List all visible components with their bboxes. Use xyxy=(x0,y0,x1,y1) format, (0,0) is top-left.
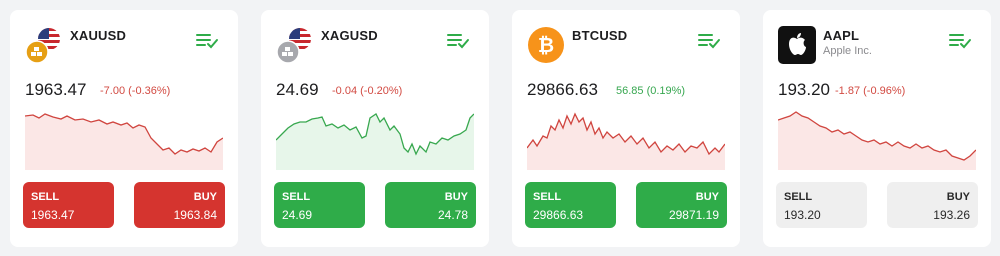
svg-text:₿: ₿ xyxy=(538,33,554,57)
buy-label: BUY xyxy=(695,191,719,203)
buy-label: BUY xyxy=(193,191,217,203)
bitcoin-icon: ₿ xyxy=(528,27,564,63)
sell-label: SELL xyxy=(784,191,813,203)
buy-price: 29871.19 xyxy=(668,208,719,222)
last-price: 29866.63 xyxy=(527,80,598,99)
sell-label: SELL xyxy=(31,191,60,203)
buy-button[interactable]: BUY 24.78 xyxy=(385,182,476,228)
sparkline-chart xyxy=(25,113,223,170)
price-change: -0.04 (-0.20%) xyxy=(332,85,403,97)
sell-price: 193.20 xyxy=(784,208,821,222)
watchlist-check-icon[interactable] xyxy=(196,32,220,50)
price-change: -7.00 (-0.36%) xyxy=(100,85,171,97)
sell-button[interactable]: SELL 193.20 xyxy=(776,182,867,228)
sell-button[interactable]: SELL 29866.63 xyxy=(525,182,616,228)
price-change: -1.87 (-0.96%) xyxy=(835,85,906,97)
buy-price: 24.78 xyxy=(437,208,468,222)
watchlist-check-icon[interactable] xyxy=(698,32,722,50)
buy-label: BUY xyxy=(444,191,468,203)
silver-bars-us-flag-icon xyxy=(276,28,311,64)
instrument-card-btcusd[interactable]: ₿ BTCUSD 29866.63 56.85 (0.19%) SELL 298… xyxy=(512,10,740,247)
instrument-card-xauusd[interactable]: XAUUSD 1963.47 -7.00 (-0.36%) SELL 1963.… xyxy=(10,10,238,247)
sparkline-chart xyxy=(276,113,474,170)
last-price: 24.69 xyxy=(276,80,319,99)
buy-label: BUY xyxy=(946,191,970,203)
last-price: 193.20 xyxy=(778,80,830,99)
sell-price: 1963.47 xyxy=(31,208,75,222)
watchlist-check-icon[interactable] xyxy=(447,32,471,50)
sell-label: SELL xyxy=(533,191,562,203)
instrument-card-aapl[interactable]: AAPL Apple Inc. 193.20 -1.87 (-0.96%) SE… xyxy=(763,10,991,247)
sell-label: SELL xyxy=(282,191,311,203)
buy-button[interactable]: BUY 1963.84 xyxy=(134,182,225,228)
instrument-symbol: XAUUSD xyxy=(70,28,127,43)
gold-bars-us-flag-icon xyxy=(25,28,60,64)
buy-button[interactable]: BUY 29871.19 xyxy=(636,182,727,228)
sell-button[interactable]: SELL 1963.47 xyxy=(23,182,114,228)
sparkline-chart xyxy=(778,111,976,170)
sparkline-chart xyxy=(527,112,725,170)
instrument-symbol: BTCUSD xyxy=(572,28,628,43)
instrument-card-xagusd[interactable]: XAGUSD 24.69 -0.04 (-0.20%) SELL 24.69 B… xyxy=(261,10,489,247)
last-price: 1963.47 xyxy=(25,80,87,99)
sell-price: 29866.63 xyxy=(533,208,584,222)
watchlist-check-icon[interactable] xyxy=(949,32,973,50)
instrument-symbol: AAPL xyxy=(823,28,860,43)
instrument-symbol: XAGUSD xyxy=(321,28,378,43)
sell-price: 24.69 xyxy=(282,208,313,222)
buy-button[interactable]: BUY 193.26 xyxy=(887,182,978,228)
sell-button[interactable]: SELL 24.69 xyxy=(274,182,365,228)
price-change: 56.85 (0.19%) xyxy=(616,85,686,97)
instrument-company-name: Apple Inc. xyxy=(823,45,872,57)
buy-price: 1963.84 xyxy=(173,208,217,222)
apple-logo-icon xyxy=(778,26,816,64)
buy-price: 193.26 xyxy=(933,208,970,222)
